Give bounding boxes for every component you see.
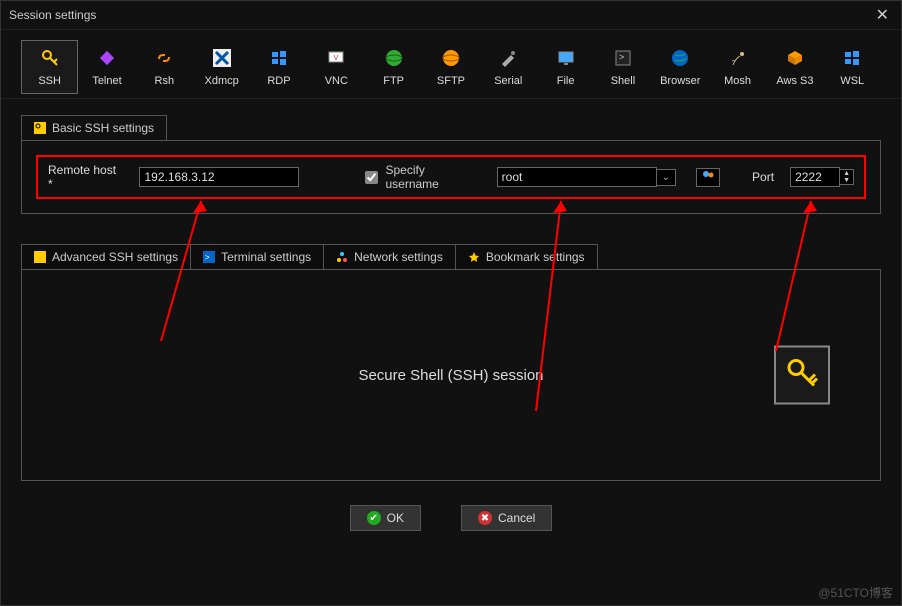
tool-label: Aws S3	[776, 75, 813, 87]
tab-label: Basic SSH settings	[52, 121, 154, 135]
tab-basic-ssh[interactable]: Basic SSH settings	[21, 115, 167, 140]
tool-label: VNC	[325, 75, 348, 87]
window-title: Session settings	[9, 8, 96, 22]
satellite-icon	[727, 47, 749, 69]
key-icon	[39, 47, 61, 69]
globe-green-icon	[383, 47, 405, 69]
tool-wsl[interactable]: WSL	[824, 40, 881, 94]
remote-host-label: Remote host *	[48, 163, 123, 191]
vnc-icon: V	[325, 47, 347, 69]
tool-label: Mosh	[724, 75, 751, 87]
tool-rdp[interactable]: RDP	[250, 40, 307, 94]
file-monitor-icon	[555, 47, 577, 69]
cube-icon	[784, 47, 806, 69]
svg-text:V: V	[334, 55, 339, 62]
network-icon	[336, 251, 348, 263]
tab-label: Advanced SSH settings	[52, 250, 178, 264]
svg-text:>: >	[619, 52, 624, 62]
specify-username-label: Specify username	[385, 163, 480, 191]
tool-vnc[interactable]: V VNC	[308, 40, 365, 94]
x-icon	[211, 47, 233, 69]
specify-username-checkbox[interactable]: Specify username	[361, 163, 480, 191]
diamond-icon	[96, 47, 118, 69]
basic-settings-panel: Remote host * Specify username ⌄ Port ▲▼	[21, 140, 881, 214]
tool-ssh[interactable]: SSH	[21, 40, 78, 94]
cancel-label: Cancel	[498, 511, 535, 525]
tool-file[interactable]: File	[537, 40, 594, 94]
globe-orange-icon	[440, 47, 462, 69]
tool-label: Serial	[494, 75, 522, 87]
terminal-small-icon: >	[203, 251, 215, 263]
highlighted-row: Remote host * Specify username ⌄ Port ▲▼	[36, 155, 866, 199]
tab-label: Terminal settings	[221, 250, 311, 264]
tool-rsh[interactable]: Rsh	[136, 40, 193, 94]
watermark: @51CTO博客	[818, 584, 893, 601]
cancel-button[interactable]: ✖ Cancel	[461, 505, 552, 531]
x-icon: ✖	[478, 511, 492, 525]
tool-serial[interactable]: Serial	[480, 40, 537, 94]
username-combo[interactable]: ⌄	[497, 167, 676, 187]
tab-label: Network settings	[354, 250, 443, 264]
tool-sftp[interactable]: SFTP	[422, 40, 479, 94]
tab-network[interactable]: Network settings	[324, 244, 456, 269]
tool-ftp[interactable]: FTP	[365, 40, 422, 94]
tab-advanced-ssh[interactable]: Advanced SSH settings	[21, 244, 191, 269]
tool-label: WSL	[840, 75, 864, 87]
username-input[interactable]	[497, 167, 657, 187]
tool-label: Browser	[660, 75, 700, 87]
tool-label: SSH	[38, 75, 61, 87]
link-icon	[153, 47, 175, 69]
tool-label: FTP	[383, 75, 404, 87]
user-manage-icon[interactable]	[696, 168, 720, 187]
tool-label: SFTP	[437, 75, 465, 87]
tool-shell[interactable]: > Shell	[594, 40, 651, 94]
ok-button[interactable]: ✔ OK	[350, 505, 421, 531]
windows-icon	[268, 47, 290, 69]
windows-blue-icon	[841, 47, 863, 69]
session-key-badge	[774, 346, 830, 405]
ok-label: OK	[387, 511, 404, 525]
tool-aws[interactable]: Aws S3	[766, 40, 823, 94]
key-small-icon	[34, 251, 46, 263]
check-icon: ✔	[367, 511, 381, 525]
tab-label: Bookmark settings	[486, 250, 585, 264]
tab-bookmark[interactable]: Bookmark settings	[456, 244, 598, 269]
serial-icon	[497, 47, 519, 69]
tool-mosh[interactable]: Mosh	[709, 40, 766, 94]
chevron-down-icon[interactable]: ⌄	[657, 169, 676, 186]
session-info-panel: Secure Shell (SSH) session	[21, 269, 881, 481]
key-small-icon	[34, 122, 46, 134]
tool-xdmcp[interactable]: Xdmcp	[193, 40, 250, 94]
tool-browser[interactable]: Browser	[652, 40, 709, 94]
session-type-label: Secure Shell (SSH) session	[358, 367, 543, 384]
svg-text:>: >	[205, 253, 210, 262]
terminal-icon: >	[612, 47, 634, 69]
specify-username-check[interactable]	[365, 171, 378, 184]
globe-blue-icon	[669, 47, 691, 69]
session-type-toolbar: SSH Telnet Rsh Xdmcp RDP V VNC FTP SFTP …	[1, 30, 901, 99]
star-icon	[468, 251, 480, 263]
tool-label: RDP	[267, 75, 290, 87]
tool-label: Telnet	[92, 75, 121, 87]
tool-label: Xdmcp	[205, 75, 239, 87]
remote-host-input[interactable]	[139, 167, 299, 187]
tool-label: File	[557, 75, 575, 87]
tool-telnet[interactable]: Telnet	[78, 40, 135, 94]
tool-label: Rsh	[155, 75, 175, 87]
tool-label: Shell	[611, 75, 635, 87]
tab-terminal[interactable]: > Terminal settings	[191, 244, 324, 269]
spinner-arrows-icon[interactable]: ▲▼	[840, 169, 854, 185]
port-input[interactable]	[790, 167, 840, 187]
close-icon[interactable]: ✕	[872, 5, 893, 25]
port-label: Port	[752, 170, 774, 184]
port-spinner[interactable]: ▲▼	[790, 167, 854, 187]
